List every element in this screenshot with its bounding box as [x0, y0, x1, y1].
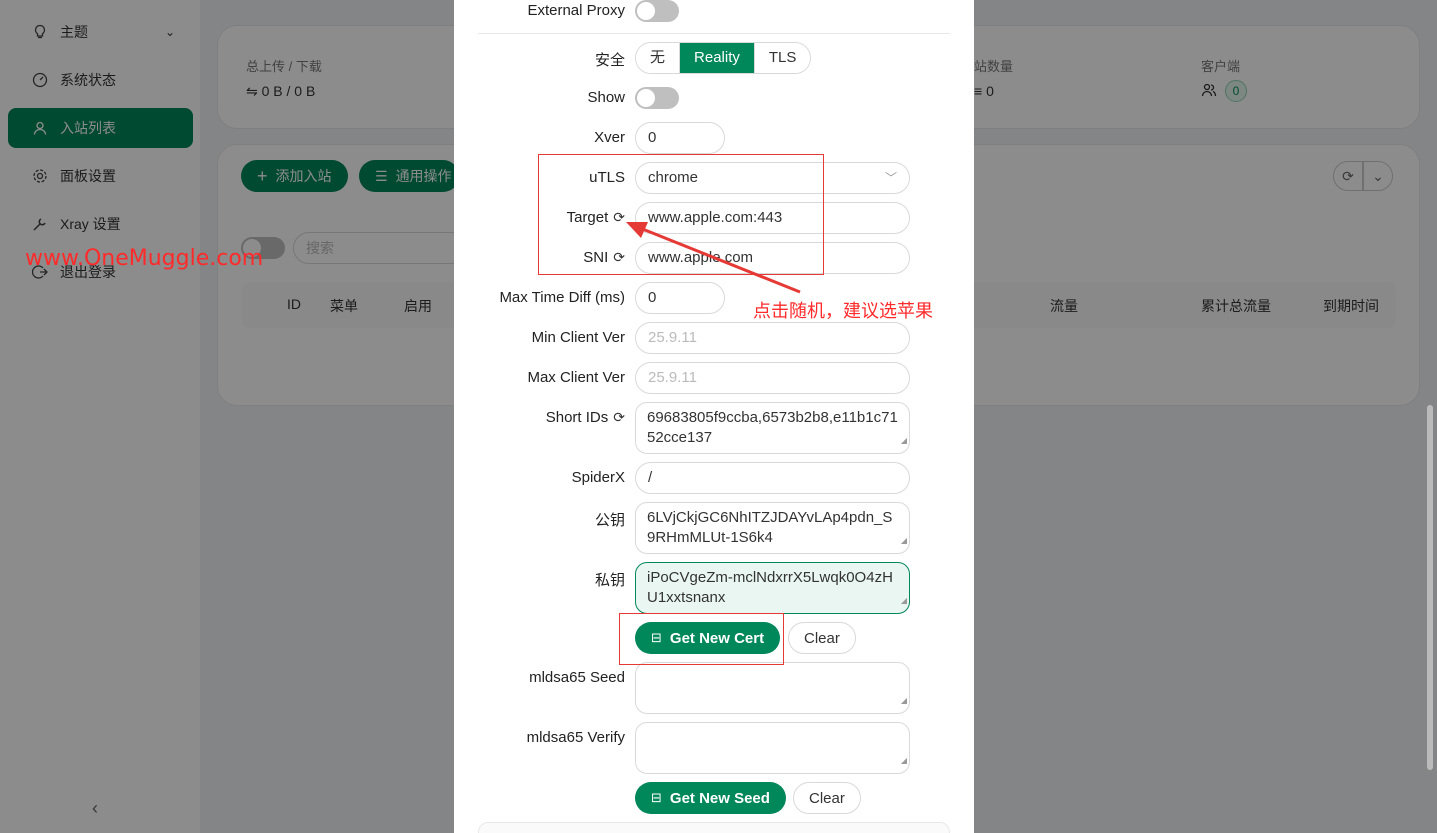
annotation-arrow: [626, 222, 801, 294]
watermark: www.OneMuggle.com: [25, 246, 264, 271]
annotation-text: 点击随机，建议选苹果: [753, 301, 933, 321]
